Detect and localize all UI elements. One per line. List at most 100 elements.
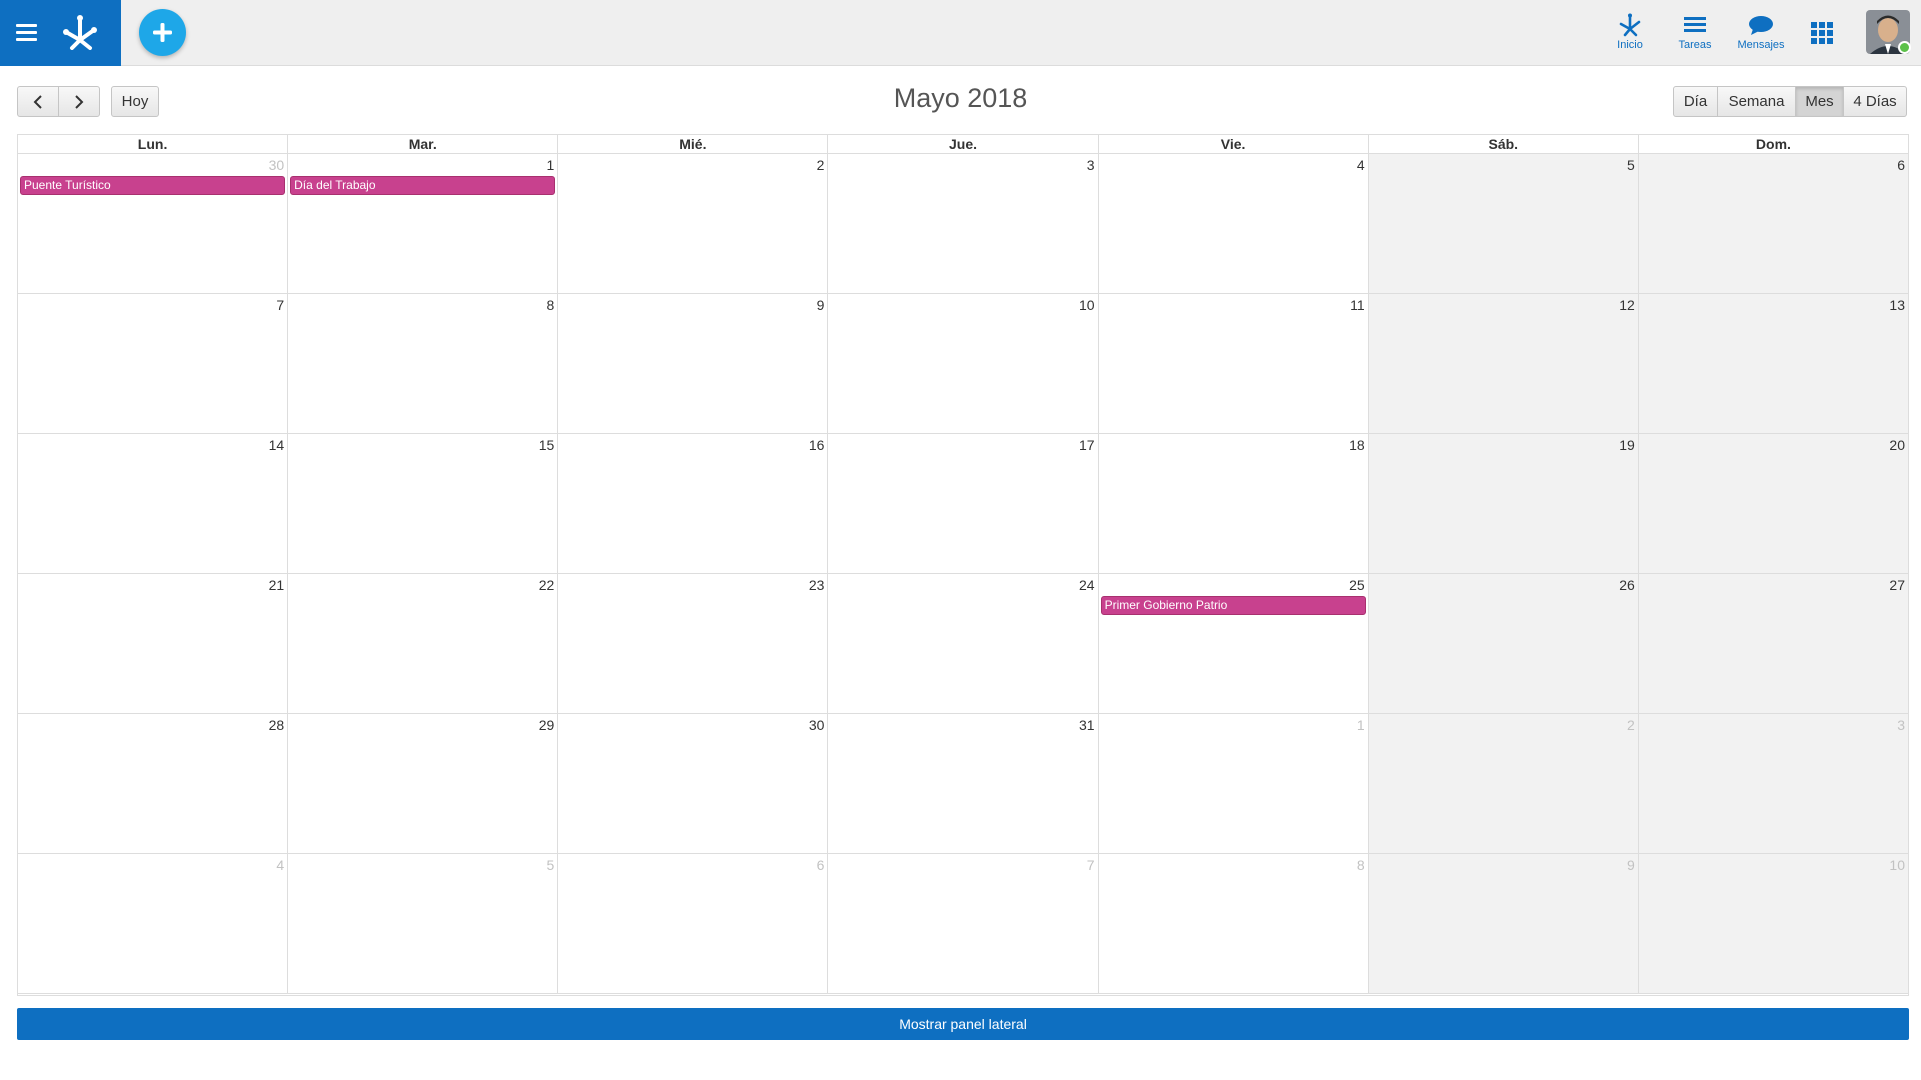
nav-label-inicio: Inicio <box>1617 39 1643 51</box>
day-cell[interactable]: 13 <box>1638 294 1908 433</box>
day-cell[interactable]: 11 <box>1099 294 1369 433</box>
day-cell[interactable]: 1 <box>1099 714 1369 853</box>
day-number: 29 <box>538 717 555 733</box>
day-cell[interactable]: 26 <box>1368 574 1639 713</box>
day-cell[interactable]: 10 <box>828 294 1099 433</box>
day-header: Mié. <box>558 135 829 153</box>
nav-item-inicio[interactable]: Inicio <box>1610 12 1650 51</box>
day-cell[interactable]: 5 <box>1368 154 1639 293</box>
day-cell[interactable]: 10 <box>1638 854 1908 993</box>
month-title: Mayo 2018 <box>893 83 1028 113</box>
day-cell[interactable]: 9 <box>1368 854 1639 993</box>
day-number: 19 <box>1619 437 1635 453</box>
view-month-button[interactable]: Mes <box>1795 86 1844 117</box>
day-cell[interactable]: 5 <box>288 854 559 993</box>
day-cell[interactable]: 15 <box>288 434 559 573</box>
calendar-body: 30 Puente Turístico 1 Día del Trabajo 2 3 4 5 6 7… <box>18 154 1908 995</box>
calendar-event[interactable]: Puente Turístico <box>20 176 286 195</box>
calendar-event[interactable]: Primer Gobierno Patrio <box>1100 596 1366 615</box>
day-cell[interactable]: 7 <box>18 294 289 433</box>
day-number: 9 <box>1627 857 1635 873</box>
day-cell[interactable]: 8 <box>1099 854 1369 993</box>
day-cell[interactable]: 6 <box>558 854 829 993</box>
day-cell[interactable]: 29 <box>288 714 559 853</box>
calendar-event[interactable]: Día del Trabajo <box>290 176 556 195</box>
day-number: 2 <box>816 157 825 173</box>
logo-icon[interactable] <box>60 14 100 50</box>
day-cell[interactable]: 1 Día del Trabajo <box>288 154 559 293</box>
day-number: 1 <box>1356 717 1365 733</box>
day-cell[interactable]: 21 <box>18 574 289 713</box>
day-number: 10 <box>1078 297 1095 313</box>
day-cell[interactable]: 28 <box>18 714 289 853</box>
day-cell[interactable]: 2 <box>558 154 829 293</box>
view-day-button[interactable]: Día <box>1673 86 1718 117</box>
day-number: 10 <box>1889 857 1905 873</box>
add-button[interactable] <box>139 9 186 56</box>
day-cell[interactable]: 7 <box>828 854 1099 993</box>
day-cell[interactable]: 23 <box>558 574 829 713</box>
day-number: 8 <box>546 297 555 313</box>
day-cell[interactable]: 12 <box>1368 294 1639 433</box>
view-4days-button[interactable]: 4 Días <box>1843 86 1907 117</box>
day-number: 7 <box>276 297 285 313</box>
day-cell[interactable]: 31 <box>828 714 1099 853</box>
nav-label-tareas: Tareas <box>1678 39 1712 51</box>
day-cell[interactable]: 27 <box>1638 574 1908 713</box>
day-cell[interactable]: 17 <box>828 434 1099 573</box>
view-week-button[interactable]: Semana <box>1717 86 1796 117</box>
day-cell[interactable]: 19 <box>1368 434 1639 573</box>
day-header: Dom. <box>1755 136 1791 152</box>
home-icon <box>1619 13 1641 37</box>
apps-grid-icon[interactable] <box>1811 22 1833 44</box>
day-cell[interactable]: 3 <box>1638 714 1908 853</box>
week-row: 14 15 16 17 18 19 20 <box>18 434 1908 574</box>
day-header: Mar. <box>288 135 559 153</box>
day-number: 22 <box>538 577 555 593</box>
day-number: 1 <box>546 157 555 173</box>
day-header: Lun. <box>18 135 289 153</box>
tasks-icon <box>1684 17 1706 32</box>
day-cell[interactable]: 16 <box>558 434 829 573</box>
day-number: 2 <box>1627 717 1635 733</box>
day-cell[interactable]: 6 <box>1638 154 1908 293</box>
day-number: 24 <box>1078 577 1095 593</box>
day-number: 26 <box>1619 577 1635 593</box>
day-number: 4 <box>1356 157 1365 173</box>
week-row: 7 8 9 10 11 12 13 <box>18 294 1908 434</box>
nav-item-mensajes[interactable]: Mensajes <box>1733 12 1789 51</box>
online-status-indicator <box>1898 41 1911 54</box>
day-number: 30 <box>808 717 825 733</box>
day-cell[interactable]: 8 <box>288 294 559 433</box>
day-cell[interactable]: 4 <box>18 854 289 993</box>
day-cell[interactable]: 4 <box>1099 154 1369 293</box>
nav-item-tareas[interactable]: Tareas <box>1673 12 1717 51</box>
day-number: 16 <box>808 437 825 453</box>
messages-icon <box>1749 16 1773 35</box>
day-cell[interactable]: 30 <box>558 714 829 853</box>
day-number: 21 <box>268 577 285 593</box>
day-number: 6 <box>816 857 825 873</box>
day-number: 9 <box>816 297 825 313</box>
day-cell[interactable]: 24 <box>828 574 1099 713</box>
day-cell[interactable]: 22 <box>288 574 559 713</box>
brand-box <box>0 0 121 66</box>
day-number: 30 <box>268 157 285 173</box>
day-cell[interactable]: 18 <box>1099 434 1369 573</box>
day-number: 31 <box>1078 717 1095 733</box>
day-cell[interactable]: 25 Primer Gobierno Patrio <box>1099 574 1369 713</box>
menu-icon[interactable] <box>16 24 37 41</box>
month-calendar: Lun. Mar. Mié. Jue. Vie. Sáb. Dom. 30 Pue… <box>17 134 1909 996</box>
day-cell[interactable]: 20 <box>1638 434 1908 573</box>
day-cell[interactable]: 30 Puente Turístico <box>18 154 289 293</box>
day-number: 12 <box>1619 297 1635 313</box>
day-number: 20 <box>1889 437 1905 453</box>
top-bar: Inicio Tareas Mensajes <box>0 0 1921 66</box>
day-cell[interactable]: 14 <box>18 434 289 573</box>
day-number: 25 <box>1349 577 1365 593</box>
day-cell[interactable]: 3 <box>828 154 1099 293</box>
day-cell[interactable]: 9 <box>558 294 829 433</box>
show-side-panel-button[interactable]: Mostrar panel lateral <box>17 1008 1909 1040</box>
day-header-row: Lun. Mar. Mié. Jue. Vie. Sáb. Dom. <box>18 135 1908 154</box>
day-cell[interactable]: 2 <box>1368 714 1639 853</box>
